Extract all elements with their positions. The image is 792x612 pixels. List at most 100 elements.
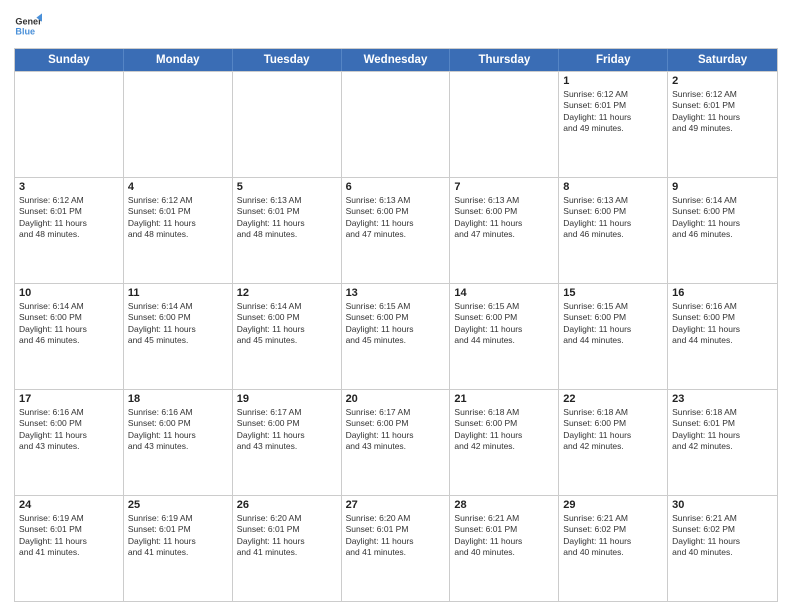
calendar-empty: [342, 72, 451, 177]
calendar-day: 19 Sunrise: 6:17 AM Sunset: 6:00 PM Dayli…: [233, 390, 342, 495]
calendar-row: 17 Sunrise: 6:16 AM Sunset: 6:00 PM Dayli…: [15, 389, 777, 495]
calendar-day: 8 Sunrise: 6:13 AM Sunset: 6:00 PM Daylig…: [559, 178, 668, 283]
calendar-day: 9 Sunrise: 6:14 AM Sunset: 6:00 PM Daylig…: [668, 178, 777, 283]
calendar-day: 13 Sunrise: 6:15 AM Sunset: 6:00 PM Dayli…: [342, 284, 451, 389]
day-number: 13: [346, 287, 446, 299]
day-info: Sunrise: 6:12 AM Sunset: 6:01 PM Dayligh…: [672, 89, 773, 135]
calendar-day: 5 Sunrise: 6:13 AM Sunset: 6:01 PM Daylig…: [233, 178, 342, 283]
day-number: 30: [672, 499, 773, 511]
calendar-day: 10Sunrise: 6:14 AM Sunset: 6:00 PM Dayli…: [15, 284, 124, 389]
day-number: 16: [672, 287, 773, 299]
calendar-header: SundayMondayTuesdayWednesdayThursdayFrid…: [15, 49, 777, 71]
calendar-day: 18 Sunrise: 6:16 AM Sunset: 6:00 PM Dayli…: [124, 390, 233, 495]
day-number: 26: [237, 499, 337, 511]
weekday-header: Tuesday: [233, 49, 342, 71]
day-number: 28: [454, 499, 554, 511]
weekday-header: Friday: [559, 49, 668, 71]
calendar-day: 22 Sunrise: 6:18 AM Sunset: 6:00 PM Dayli…: [559, 390, 668, 495]
day-number: 9: [672, 181, 773, 193]
calendar-day: 25Sunrise: 6:19 AM Sunset: 6:01 PM Dayli…: [124, 496, 233, 601]
day-number: 4: [128, 181, 228, 193]
calendar-day: 30 Sunrise: 6:21 AM Sunset: 6:02 PM Dayli…: [668, 496, 777, 601]
day-info: Sunrise: 6:15 AM Sunset: 6:00 PM Dayligh…: [454, 301, 554, 347]
calendar-day: 23Sunrise: 6:18 AM Sunset: 6:01 PM Dayli…: [668, 390, 777, 495]
day-info: Sunrise: 6:13 AM Sunset: 6:00 PM Dayligh…: [346, 195, 446, 241]
day-info: Sunrise: 6:18 AM Sunset: 6:00 PM Dayligh…: [563, 407, 663, 453]
day-number: 1: [563, 75, 663, 87]
calendar-empty: [15, 72, 124, 177]
logo-icon: General Blue: [14, 12, 42, 40]
day-info: Sunrise: 6:19 AM Sunset: 6:01 PM Dayligh…: [128, 513, 228, 559]
calendar-row: 24Sunrise: 6:19 AM Sunset: 6:01 PM Dayli…: [15, 495, 777, 601]
calendar-row: 1 Sunrise: 6:12 AM Sunset: 6:01 PM Daylig…: [15, 71, 777, 177]
calendar-day: 16 Sunrise: 6:16 AM Sunset: 6:00 PM Dayli…: [668, 284, 777, 389]
calendar-day: 17 Sunrise: 6:16 AM Sunset: 6:00 PM Dayli…: [15, 390, 124, 495]
weekday-header: Saturday: [668, 49, 777, 71]
day-number: 5: [237, 181, 337, 193]
calendar-day: 28 Sunrise: 6:21 AM Sunset: 6:01 PM Dayli…: [450, 496, 559, 601]
day-info: Sunrise: 6:12 AM Sunset: 6:01 PM Dayligh…: [19, 195, 119, 241]
calendar-day: 24Sunrise: 6:19 AM Sunset: 6:01 PM Dayli…: [15, 496, 124, 601]
calendar-empty: [124, 72, 233, 177]
day-info: Sunrise: 6:16 AM Sunset: 6:00 PM Dayligh…: [128, 407, 228, 453]
day-number: 2: [672, 75, 773, 87]
day-number: 22: [563, 393, 663, 405]
day-info: Sunrise: 6:21 AM Sunset: 6:02 PM Dayligh…: [672, 513, 773, 559]
day-number: 12: [237, 287, 337, 299]
weekday-header: Sunday: [15, 49, 124, 71]
day-info: Sunrise: 6:16 AM Sunset: 6:00 PM Dayligh…: [672, 301, 773, 347]
day-number: 18: [128, 393, 228, 405]
day-info: Sunrise: 6:17 AM Sunset: 6:00 PM Dayligh…: [237, 407, 337, 453]
calendar-day: 12 Sunrise: 6:14 AM Sunset: 6:00 PM Dayli…: [233, 284, 342, 389]
day-number: 10: [19, 287, 119, 299]
day-info: Sunrise: 6:12 AM Sunset: 6:01 PM Dayligh…: [563, 89, 663, 135]
calendar-row: 10 Sunrise: 6:14 AM Sunset: 6:00 PM Dayli…: [15, 283, 777, 389]
calendar-day: 2 Sunrise: 6:12 AM Sunset: 6:01 PM Daylig…: [668, 72, 777, 177]
day-number: 6: [346, 181, 446, 193]
day-info: Sunrise: 6:13 AM Sunset: 6:01 PM Dayligh…: [237, 195, 337, 241]
day-info: Sunrise: 6:17 AM Sunset: 6:00 PM Dayligh…: [346, 407, 446, 453]
calendar-day: 20 Sunrise: 6:17 AM Sunset: 6:00 PM Dayli…: [342, 390, 451, 495]
day-number: 29: [563, 499, 663, 511]
day-info: Sunrise: 6:14 AM Sunset: 6:00 PM Dayligh…: [128, 301, 228, 347]
calendar-day: 4Sunrise: 6:12 AM Sunset: 6:01 PM Daylig…: [124, 178, 233, 283]
calendar-day: 3 Sunrise: 6:12 AM Sunset: 6:01 PM Daylig…: [15, 178, 124, 283]
day-info: Sunrise: 6:20 AM Sunset: 6:01 PM Dayligh…: [237, 513, 337, 559]
calendar-empty: [450, 72, 559, 177]
day-number: 3: [19, 181, 119, 193]
day-number: 15: [563, 287, 663, 299]
day-number: 8: [563, 181, 663, 193]
day-info: Sunrise: 6:13 AM Sunset: 6:00 PM Dayligh…: [454, 195, 554, 241]
calendar-day: 29Sunrise: 6:21 AM Sunset: 6:02 PM Dayli…: [559, 496, 668, 601]
day-number: 11: [128, 287, 228, 299]
header: General Blue: [14, 12, 778, 40]
day-number: 21: [454, 393, 554, 405]
day-number: 7: [454, 181, 554, 193]
calendar-day: 26 Sunrise: 6:20 AM Sunset: 6:01 PM Dayli…: [233, 496, 342, 601]
day-info: Sunrise: 6:13 AM Sunset: 6:00 PM Dayligh…: [563, 195, 663, 241]
page-container: General Blue SundayMondayTuesdayWednesda…: [0, 0, 792, 612]
day-info: Sunrise: 6:16 AM Sunset: 6:00 PM Dayligh…: [19, 407, 119, 453]
day-info: Sunrise: 6:15 AM Sunset: 6:00 PM Dayligh…: [346, 301, 446, 347]
calendar-day: 11 Sunrise: 6:14 AM Sunset: 6:00 PM Dayli…: [124, 284, 233, 389]
day-info: Sunrise: 6:18 AM Sunset: 6:00 PM Dayligh…: [454, 407, 554, 453]
weekday-header: Wednesday: [342, 49, 451, 71]
calendar-day: 27Sunrise: 6:20 AM Sunset: 6:01 PM Dayli…: [342, 496, 451, 601]
calendar-empty: [233, 72, 342, 177]
logo: General Blue: [14, 12, 42, 40]
calendar-body: 1 Sunrise: 6:12 AM Sunset: 6:01 PM Daylig…: [15, 71, 777, 601]
calendar-day: 15Sunrise: 6:15 AM Sunset: 6:00 PM Dayli…: [559, 284, 668, 389]
day-number: 19: [237, 393, 337, 405]
day-number: 23: [672, 393, 773, 405]
day-number: 17: [19, 393, 119, 405]
day-info: Sunrise: 6:21 AM Sunset: 6:01 PM Dayligh…: [454, 513, 554, 559]
day-number: 20: [346, 393, 446, 405]
svg-text:Blue: Blue: [15, 26, 35, 36]
day-info: Sunrise: 6:14 AM Sunset: 6:00 PM Dayligh…: [672, 195, 773, 241]
weekday-header: Thursday: [450, 49, 559, 71]
weekday-header: Monday: [124, 49, 233, 71]
day-info: Sunrise: 6:19 AM Sunset: 6:01 PM Dayligh…: [19, 513, 119, 559]
calendar-day: 6 Sunrise: 6:13 AM Sunset: 6:00 PM Daylig…: [342, 178, 451, 283]
day-info: Sunrise: 6:14 AM Sunset: 6:00 PM Dayligh…: [237, 301, 337, 347]
day-info: Sunrise: 6:20 AM Sunset: 6:01 PM Dayligh…: [346, 513, 446, 559]
